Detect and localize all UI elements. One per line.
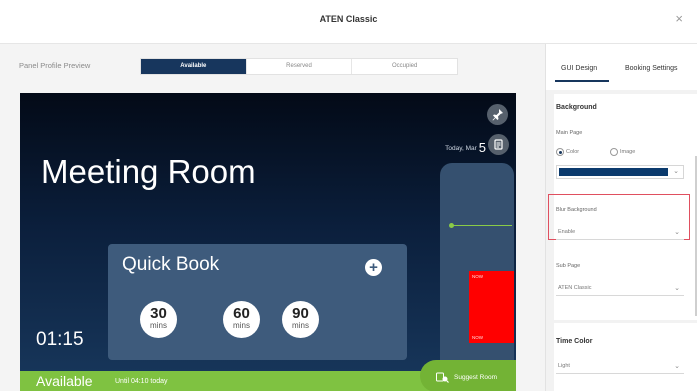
chevron-down-icon: ⌄ [674,363,680,370]
room-name: Meeting Room [41,153,256,190]
time-color-select[interactable]: Light ⌄ [556,359,684,374]
quick-book-90-button[interactable]: 90 mins [282,301,319,338]
time-color-heading: Time Color [556,338,593,345]
preview-label: Panel Profile Preview [19,61,91,70]
image-radio[interactable] [610,148,618,156]
time-color-value: Light [558,363,570,369]
suggest-room-label: Suggest Room [454,374,497,381]
quick-book-title: Quick Book [122,254,220,275]
tab-booking-settings[interactable]: Booking Settings [625,65,678,72]
background-heading: Background [556,104,597,111]
chevron-down-icon: ⌄ [673,168,679,175]
quick-book-60-button[interactable]: 60 mins [223,301,260,338]
status-detail: Until 04:10 today [115,378,168,385]
sub-page-value: ATEN Classic [558,285,592,291]
date-display: Today, Mar 5 [445,140,486,155]
color-swatch [559,168,668,176]
status-tabs: Available Reserved Occupied [140,58,458,75]
pin-icon[interactable] [487,104,508,125]
current-time-line [450,225,512,226]
add-icon[interactable]: + [365,259,382,276]
quick-book-30-button[interactable]: 30 mins [140,301,177,338]
booking-block[interactable]: NOW NOW [469,271,514,343]
sub-page-select[interactable]: ATEN Classic ⌄ [556,281,684,296]
background-settings: Background Main Page Color Image ⌄ Blur … [548,94,697,320]
tab-gui-design[interactable]: GUI Design [561,65,597,72]
color-radio[interactable] [556,148,564,156]
schedule-timeline[interactable]: NOW NOW [440,163,514,391]
time-color-settings: Time Color Light ⌄ [554,323,697,391]
quick-book-value: 60 [233,305,250,322]
title-bar: ATEN Classic × [0,0,697,44]
status-label: Available [36,373,93,389]
blur-background-select[interactable]: Enable ⌄ [556,225,684,240]
settings-tabs: GUI Design Booking Settings [546,44,697,90]
date-day: 5 [478,140,486,155]
tab-occupied[interactable]: Occupied [352,59,457,74]
quick-book-card: Quick Book + 30 mins 60 mins 90 mins [108,244,407,360]
date-text: Today, Mar [445,145,477,152]
suggest-room-button[interactable]: Suggest Room [420,360,516,391]
color-radio-label: Color [566,149,580,155]
active-tab-indicator [555,80,609,82]
quick-book-value: 30 [150,305,167,322]
quick-book-value: 90 [292,305,309,322]
sub-page-label: Sub Page [556,263,581,269]
current-time-dot [449,223,454,228]
window-title: ATEN Classic [319,14,378,24]
quick-book-unit: mins [150,321,167,330]
background-color-select[interactable]: ⌄ [556,165,684,179]
status-bar: Available Until 04:10 today Suggest Room [20,360,516,391]
chevron-down-icon: ⌄ [674,229,680,236]
quick-book-unit: mins [292,321,309,330]
image-radio-label: Image [620,149,636,155]
current-time: 01:15 [36,329,84,350]
room-suggest-icon [436,372,449,383]
booking-block-end-label: NOW [472,335,483,340]
blur-background-value: Enable [558,229,576,235]
tab-available[interactable]: Available [141,59,247,74]
settings-pane: GUI Design Booking Settings Background M… [545,44,697,391]
chevron-down-icon: ⌄ [674,285,680,292]
calendar-icon[interactable] [488,134,509,155]
close-icon[interactable]: × [675,12,683,25]
blur-background-label: Blur Background [556,207,597,213]
room-panel-preview: Meeting Room Today, Mar 5 NOW NOW Quick B… [20,93,516,391]
quick-book-unit: mins [233,321,250,330]
booking-block-start-label: NOW [472,274,483,279]
tab-reserved[interactable]: Reserved [247,59,353,74]
main-page-label: Main Page [556,130,583,136]
